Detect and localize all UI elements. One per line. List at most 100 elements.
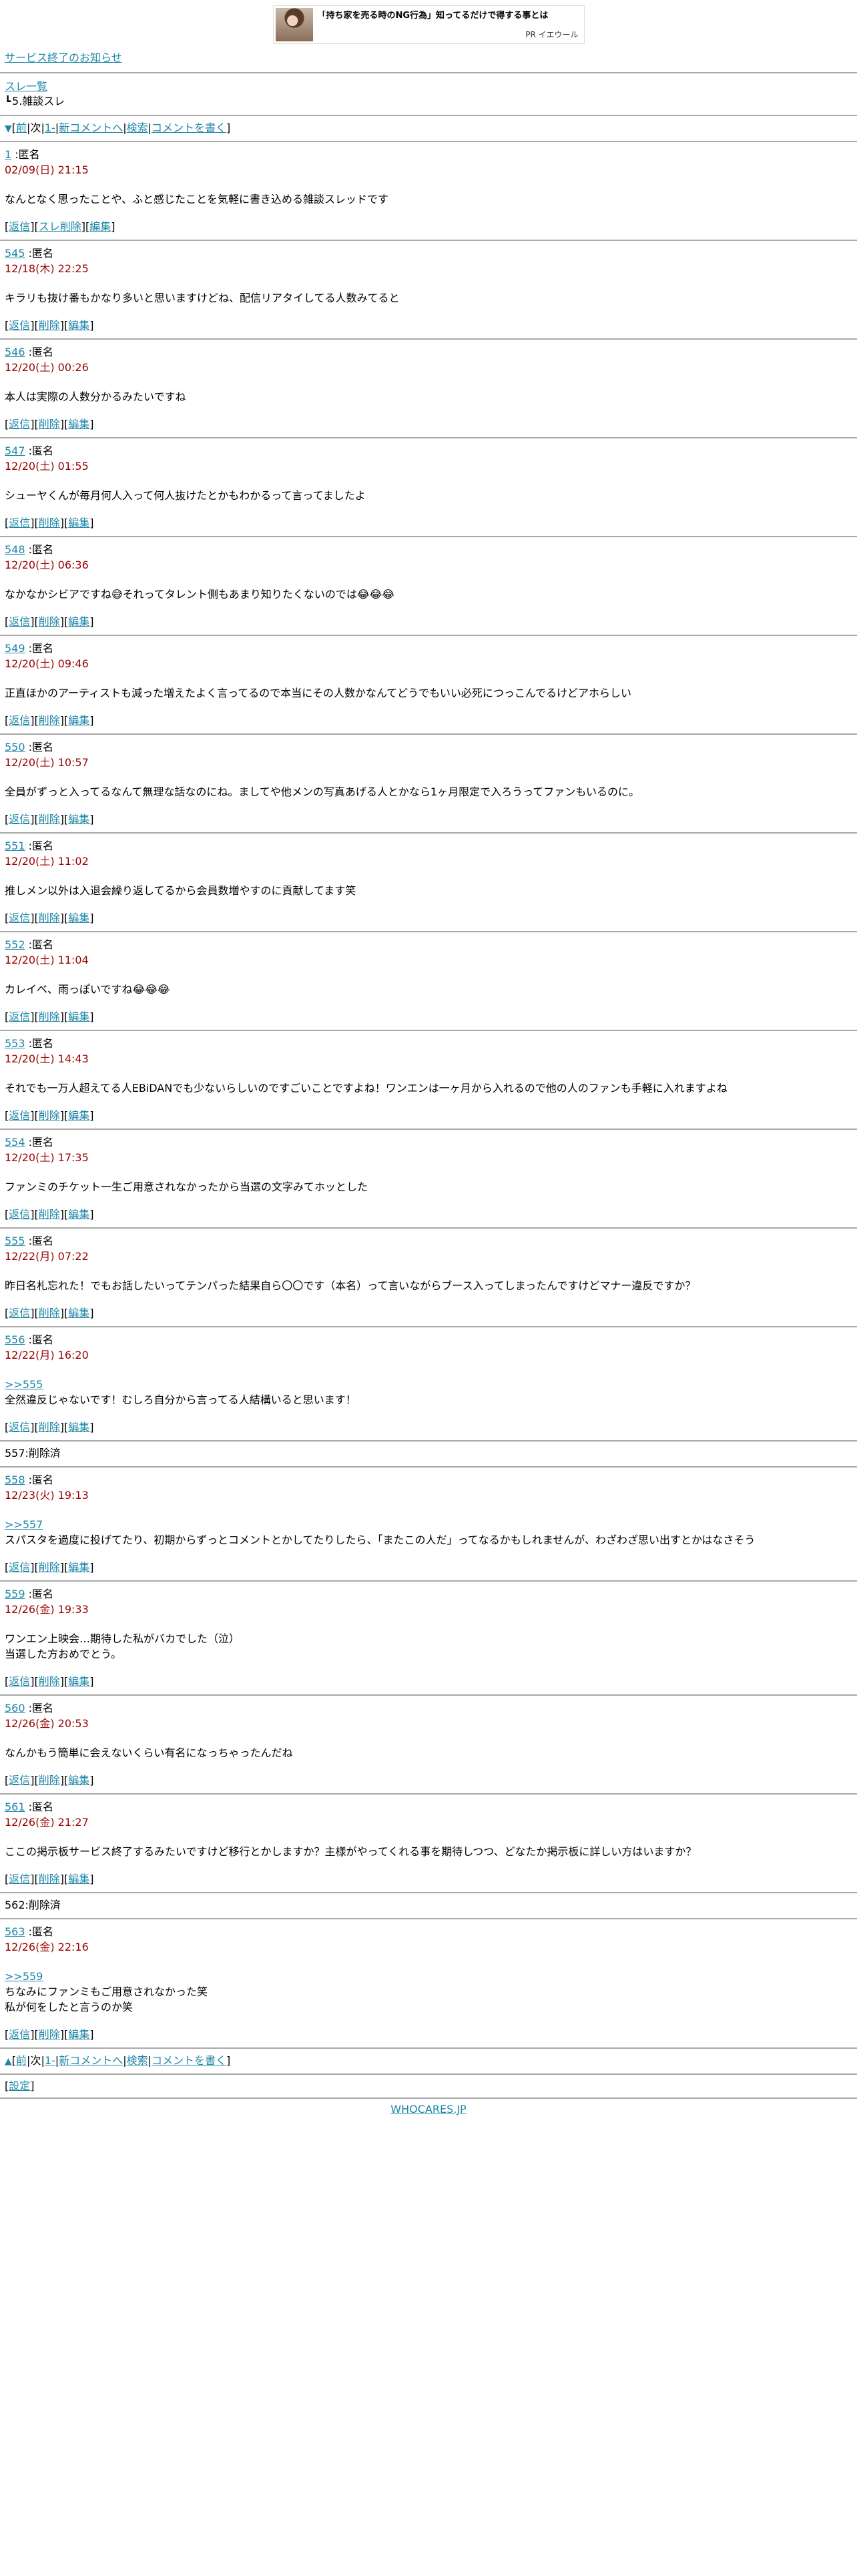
reply-link[interactable]: 返信 [9,813,30,826]
post-number-link[interactable]: 546 [5,346,25,358]
edit-link[interactable]: 編集 [68,1109,89,1122]
delete-link[interactable]: 削除 [39,615,60,628]
delete-link[interactable]: 削除 [39,1421,60,1433]
delete-link[interactable]: 削除 [39,1561,60,1574]
post-number-link[interactable]: 551 [5,840,25,852]
service-end-notice-link[interactable]: サービス終了のお知らせ [5,51,122,64]
edit-link[interactable]: 編集 [68,1675,89,1688]
settings-link[interactable]: 設定 [9,2079,30,2092]
post-number-link[interactable]: 554 [5,1136,25,1149]
scroll-down-arrow-icon[interactable]: ▼ [5,123,12,134]
post-number-link[interactable]: 556 [5,1333,25,1346]
nav-search-link[interactable]: 検索 [127,121,148,134]
reply-link[interactable]: 返信 [9,714,30,727]
thread-list-link[interactable]: スレ一覧 [5,80,47,93]
footer-site-link[interactable]: WHOCARES.JP [390,2103,466,2116]
edit-link[interactable]: 編集 [68,2028,89,2041]
edit-link[interactable]: 編集 [68,1010,89,1023]
delete-link[interactable]: 削除 [39,1208,60,1221]
nav-first-link[interactable]: 1- [45,2054,55,2067]
delete-link[interactable]: 削除 [39,1873,60,1885]
reply-link[interactable]: 返信 [9,615,30,628]
reply-link[interactable]: 返信 [9,1421,30,1433]
delete-link[interactable]: 削除 [39,319,60,332]
nav-write-comment-link[interactable]: コメントを書く [152,2054,226,2067]
post-number-link[interactable]: 545 [5,247,25,260]
post-number-link[interactable]: 553 [5,1037,25,1050]
post: 550 :匿名 12/20(土) 10:57 全員がずっと入ってるなんて無理な話なの… [5,735,852,832]
edit-link[interactable]: 編集 [68,912,89,924]
delete-link[interactable]: 削除 [39,517,60,529]
edit-link[interactable]: 編集 [68,813,89,826]
edit-link[interactable]: 編集 [68,1421,89,1433]
post-number-link[interactable]: 563 [5,1925,25,1938]
reply-link[interactable]: 返信 [9,1774,30,1787]
reply-link[interactable]: 返信 [9,1109,30,1122]
edit-link[interactable]: 編集 [68,1307,89,1319]
post-number-link[interactable]: 559 [5,1588,25,1600]
reply-link[interactable]: 返信 [9,1010,30,1023]
post: 549 :匿名 12/20(土) 09:46 正直ほかのアーティストも減った増えたよ… [5,636,852,733]
delete-link[interactable]: 削除 [39,714,60,727]
edit-link[interactable]: 編集 [68,418,89,430]
nav-first-link[interactable]: 1- [45,121,55,134]
post-number-link[interactable]: 561 [5,1801,25,1813]
reply-link[interactable]: 返信 [9,418,30,430]
delete-link[interactable]: 削除 [39,418,60,430]
post-number-link[interactable]: 555 [5,1235,25,1247]
post-number-link[interactable]: 549 [5,642,25,655]
reply-link[interactable]: 返信 [9,1675,30,1688]
post-number-link[interactable]: 560 [5,1702,25,1714]
delete-link[interactable]: 削除 [39,912,60,924]
reply-link[interactable]: 返信 [9,1561,30,1574]
reply-link[interactable]: 返信 [9,912,30,924]
post: 551 :匿名 12/20(土) 11:02 推しメン以外は入退会繰り返してるから会… [5,834,852,931]
edit-link[interactable]: 編集 [68,1208,89,1221]
delete-link[interactable]: 削除 [39,1307,60,1319]
edit-link[interactable]: 編集 [89,220,111,233]
delete-link[interactable]: 削除 [39,813,60,826]
reply-link[interactable]: 返信 [9,220,30,233]
post-number-link[interactable]: 547 [5,444,25,457]
post-number-link[interactable]: 558 [5,1474,25,1486]
delete-link[interactable]: 削除 [39,1675,60,1688]
post-number-link[interactable]: 548 [5,543,25,556]
reply-link[interactable]: 返信 [9,1873,30,1885]
nav-write-comment-link[interactable]: コメントを書く [152,121,226,134]
nav-new-comments-link[interactable]: 新コメントへ [59,2054,123,2067]
reply-link[interactable]: 返信 [9,319,30,332]
delete-link[interactable]: 削除 [39,2028,60,2041]
reply-anchor-link[interactable]: >>557 [5,1518,43,1531]
edit-link[interactable]: 編集 [68,714,89,727]
nav-prev-link[interactable]: 前 [16,2054,27,2067]
reply-link[interactable]: 返信 [9,517,30,529]
nav-new-comments-link[interactable]: 新コメントへ [59,121,123,134]
edit-link[interactable]: 編集 [68,1774,89,1787]
scroll-up-arrow-icon[interactable]: ▲ [5,2056,12,2067]
reply-anchor-link[interactable]: >>559 [5,1970,43,1983]
edit-link[interactable]: 編集 [68,1561,89,1574]
ad-thumbnail-image[interactable] [275,8,313,41]
nav-search-link[interactable]: 検索 [127,2054,148,2067]
post-number-link[interactable]: 552 [5,938,25,951]
ad-banner[interactable]: 「持ち家を売る時のNG行為」知ってるだけで得する事とは PR イエウール [272,5,585,44]
reply-link[interactable]: 返信 [9,2028,30,2041]
edit-link[interactable]: 編集 [68,319,89,332]
nav-prev-link[interactable]: 前 [16,121,27,134]
post-number-link[interactable]: 1 [5,148,11,161]
delete-link[interactable]: 削除 [39,1109,60,1122]
settings-section: [設定] [5,2079,35,2092]
edit-link[interactable]: 編集 [68,615,89,628]
post-number-link[interactable]: 550 [5,741,25,753]
delete-thread-link[interactable]: スレ削除 [39,220,81,233]
post-body: ファンミのチケット一生ご用意されなかったから当選の文字みてホッとした [5,1179,852,1195]
reply-link[interactable]: 返信 [9,1208,30,1221]
edit-link[interactable]: 編集 [68,1873,89,1885]
delete-link[interactable]: 削除 [39,1010,60,1023]
ad-title[interactable]: 「持ち家を売る時のNG行為」知ってるだけで得する事とは [318,11,579,21]
edit-link[interactable]: 編集 [68,517,89,529]
reply-anchor-link[interactable]: >>555 [5,1378,43,1391]
reply-link[interactable]: 返信 [9,1307,30,1319]
delete-link[interactable]: 削除 [39,1774,60,1787]
post-wrapper: 547 :匿名 12/20(土) 01:55 シューヤくんが毎月何人入って何人抜けた… [0,438,857,536]
